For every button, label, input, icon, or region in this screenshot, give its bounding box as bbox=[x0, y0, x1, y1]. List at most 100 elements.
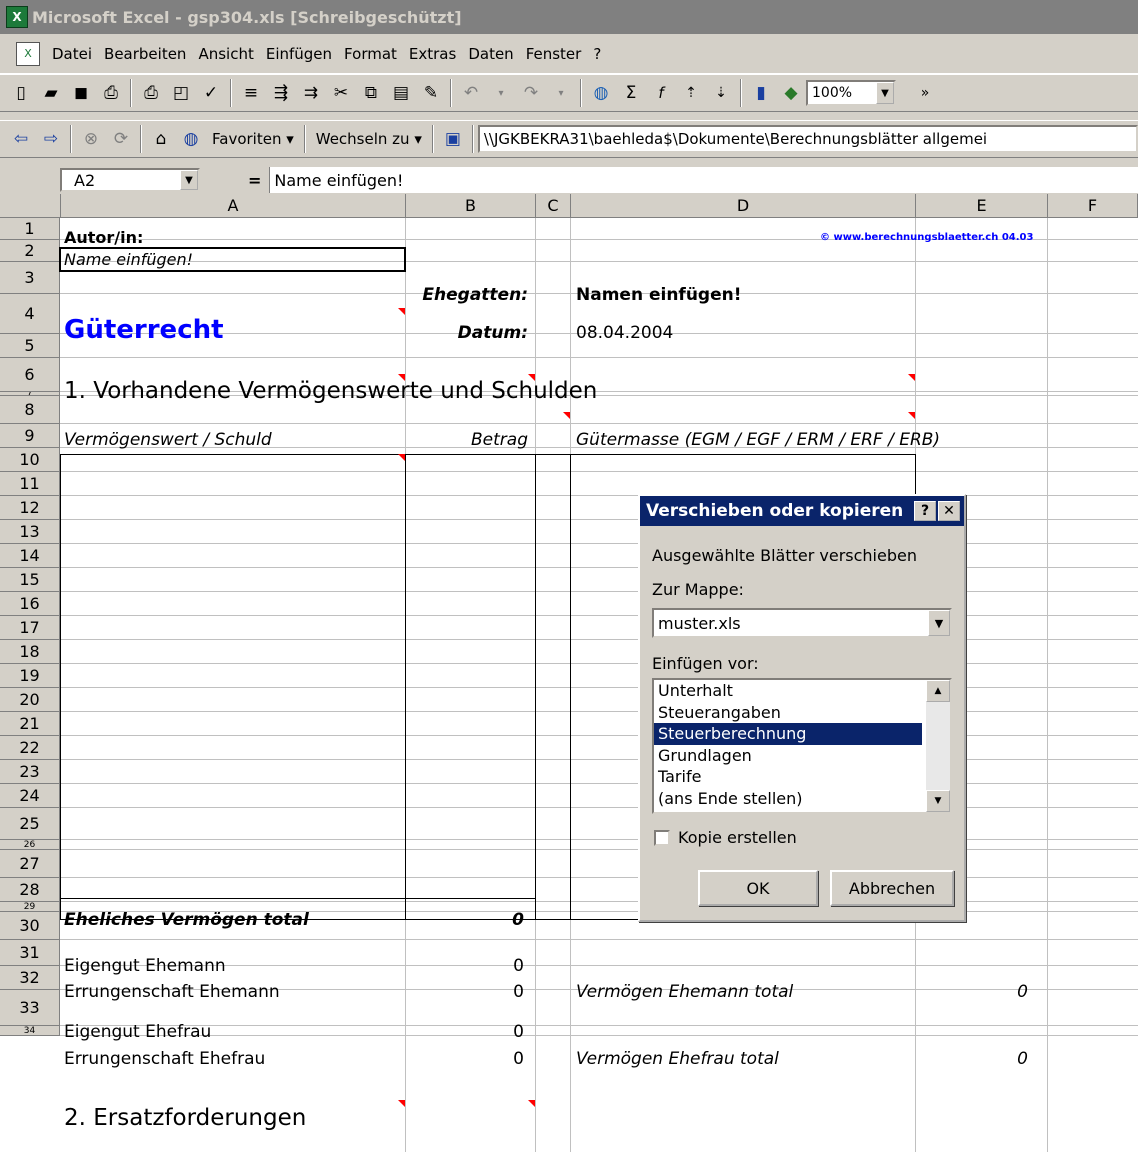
comment-indicator[interactable] bbox=[528, 1100, 535, 1107]
select-all-corner[interactable] bbox=[0, 194, 61, 218]
row-header[interactable]: 4 bbox=[0, 294, 60, 334]
sort-descending-icon[interactable]: ⇣ bbox=[708, 80, 734, 106]
cell-b31[interactable]: 0 bbox=[412, 1046, 524, 1072]
cell-b4[interactable]: Datum: bbox=[412, 316, 528, 350]
row-header[interactable]: 32 bbox=[0, 966, 60, 990]
row-header[interactable]: 12 bbox=[0, 496, 60, 520]
permission-icon[interactable]: ⎙ bbox=[98, 80, 124, 106]
redo-icon[interactable]: ↷ bbox=[518, 80, 544, 106]
row-header[interactable]: 17 bbox=[0, 616, 60, 640]
toolbar-overflow-icon[interactable]: » bbox=[912, 80, 938, 106]
menu-help[interactable]: ? bbox=[587, 45, 607, 63]
cell-b3[interactable]: Ehegatten: bbox=[412, 280, 528, 310]
trace-precedents-icon[interactable]: ⇶ bbox=[268, 80, 294, 106]
row-header[interactable]: 13 bbox=[0, 520, 60, 544]
format-painter-icon[interactable]: ✎ bbox=[418, 80, 444, 106]
cell-d1[interactable]: © www.berechnungsblaetter.ch 04.03 bbox=[820, 226, 1033, 248]
menu-ansicht[interactable]: Ansicht bbox=[192, 45, 259, 63]
row-header[interactable]: 24 bbox=[0, 784, 60, 808]
copy-icon[interactable]: ⧉ bbox=[358, 80, 384, 106]
row-header[interactable]: 10 bbox=[0, 448, 60, 472]
row-header[interactable]: 33 bbox=[0, 990, 60, 1026]
worksheet-grid[interactable]: A B C D E F 1234567891011121314151617181… bbox=[0, 194, 1138, 1152]
row-header[interactable]: 8 bbox=[0, 396, 60, 424]
row-header[interactable]: 21 bbox=[0, 712, 60, 736]
sort-ascending-icon[interactable]: ⇡ bbox=[678, 80, 704, 106]
help-button[interactable]: ? bbox=[914, 501, 936, 521]
copy-checkbox[interactable] bbox=[654, 830, 670, 846]
cell-a28[interactable]: Errungenschaft Ehemann bbox=[64, 980, 280, 1004]
search-web-icon[interactable]: ◍ bbox=[178, 126, 204, 152]
cell-a6[interactable]: 1. Vorhandene Vermögenswerte und Schulde… bbox=[64, 374, 597, 408]
paste-icon[interactable]: ▤ bbox=[388, 80, 414, 106]
row-header[interactable]: 23 bbox=[0, 760, 60, 784]
spelling-icon[interactable]: ✓ bbox=[198, 80, 224, 106]
cell-a25[interactable]: Eheliches Vermögen total bbox=[64, 906, 309, 934]
column-header-c[interactable]: C bbox=[536, 194, 571, 218]
drawing-icon[interactable]: ◆ bbox=[778, 80, 804, 106]
row-header[interactable]: 14 bbox=[0, 544, 60, 568]
row-header[interactable]: 25 bbox=[0, 808, 60, 840]
row-header[interactable]: 6 bbox=[0, 358, 60, 392]
cell-d28[interactable]: Vermögen Ehemann total bbox=[576, 980, 793, 1004]
comment-indicator[interactable] bbox=[398, 454, 405, 461]
cell-b28[interactable]: 0 bbox=[412, 980, 524, 1004]
row-header[interactable]: 19 bbox=[0, 664, 60, 688]
cut-icon[interactable]: ✂ bbox=[328, 80, 354, 106]
back-icon[interactable]: ⇦ bbox=[8, 126, 34, 152]
menu-extras[interactable]: Extras bbox=[403, 45, 462, 63]
formula-input[interactable]: Name einfügen! bbox=[269, 167, 1138, 193]
name-box-dropdown-icon[interactable]: ▼ bbox=[180, 170, 198, 190]
menu-fenster[interactable]: Fenster bbox=[520, 45, 588, 63]
save-icon[interactable]: ◼ bbox=[68, 80, 94, 106]
comment-indicator[interactable] bbox=[563, 412, 570, 419]
cell-b27[interactable]: 0 bbox=[412, 952, 524, 980]
cell-d8[interactable]: Gütermasse (EGM / EGF / ERM / ERF / ERB) bbox=[576, 426, 940, 454]
cell-e31[interactable]: 0 bbox=[920, 1046, 1028, 1072]
hyperlink-globe-icon[interactable]: ◍ bbox=[588, 80, 614, 106]
row-header[interactable]: 15 bbox=[0, 568, 60, 592]
comment-indicator[interactable] bbox=[398, 374, 405, 381]
cell-a8[interactable]: Vermögenswert / Schuld bbox=[64, 426, 272, 454]
row-header[interactable]: 22 bbox=[0, 736, 60, 760]
row-header[interactable]: 9 bbox=[0, 424, 60, 448]
row-header[interactable]: 27 bbox=[0, 850, 60, 878]
chart-wizard-icon[interactable]: ▮ bbox=[748, 80, 774, 106]
row-header[interactable]: 5 bbox=[0, 334, 60, 358]
row-header[interactable]: 29 bbox=[0, 902, 60, 912]
column-header-d[interactable]: D bbox=[571, 194, 916, 218]
zoom-select[interactable]: 100% ▼ bbox=[806, 80, 896, 106]
row-header[interactable]: 31 bbox=[0, 940, 60, 966]
zoom-dropdown-arrow-icon[interactable]: ▼ bbox=[876, 82, 894, 104]
cell-a30[interactable]: Eigengut Ehefrau bbox=[64, 1018, 211, 1046]
undo-icon[interactable]: ↶ bbox=[458, 80, 484, 106]
address-field[interactable]: \\JGKBEKRA31\baehleda$\Dokumente\Berechn… bbox=[477, 125, 1138, 153]
row-header[interactable]: 11 bbox=[0, 472, 60, 496]
list-item-selected[interactable]: Steuerberechnung bbox=[654, 723, 922, 745]
print-preview-icon[interactable]: ◰ bbox=[168, 80, 194, 106]
web-toolbar-only-icon[interactable]: ▣ bbox=[440, 126, 466, 152]
cancel-button[interactable]: Abbrechen bbox=[830, 870, 954, 906]
cell-e28[interactable]: 0 bbox=[920, 980, 1028, 1004]
cell-b8[interactable]: Betrag bbox=[412, 426, 528, 454]
stop-icon[interactable]: ⊗ bbox=[78, 126, 104, 152]
row-header[interactable]: 20 bbox=[0, 688, 60, 712]
comment-indicator[interactable] bbox=[908, 374, 915, 381]
list-item[interactable]: Tarife bbox=[654, 766, 922, 788]
scroll-down-icon[interactable]: ▼ bbox=[926, 790, 950, 812]
function-icon[interactable]: f bbox=[648, 80, 674, 106]
menu-einfuegen[interactable]: Einfügen bbox=[260, 45, 338, 63]
row-header[interactable]: 18 bbox=[0, 640, 60, 664]
list-item[interactable]: (ans Ende stellen) bbox=[654, 788, 922, 810]
cell-d3[interactable]: Namen einfügen! bbox=[576, 280, 741, 310]
cell-b25[interactable]: 0 bbox=[412, 906, 524, 934]
column-header-e[interactable]: E bbox=[916, 194, 1048, 218]
row-header[interactable]: 3 bbox=[0, 262, 60, 294]
list-item[interactable]: Unterhalt bbox=[654, 680, 922, 702]
comment-indicator[interactable] bbox=[398, 1100, 405, 1107]
cell-d4[interactable]: 08.04.2004 bbox=[576, 316, 673, 350]
comment-indicator[interactable] bbox=[528, 374, 535, 381]
goto-button[interactable]: Wechseln zu ▾ bbox=[310, 130, 428, 148]
menu-format[interactable]: Format bbox=[338, 45, 403, 63]
menu-bearbeiten[interactable]: Bearbeiten bbox=[98, 45, 192, 63]
